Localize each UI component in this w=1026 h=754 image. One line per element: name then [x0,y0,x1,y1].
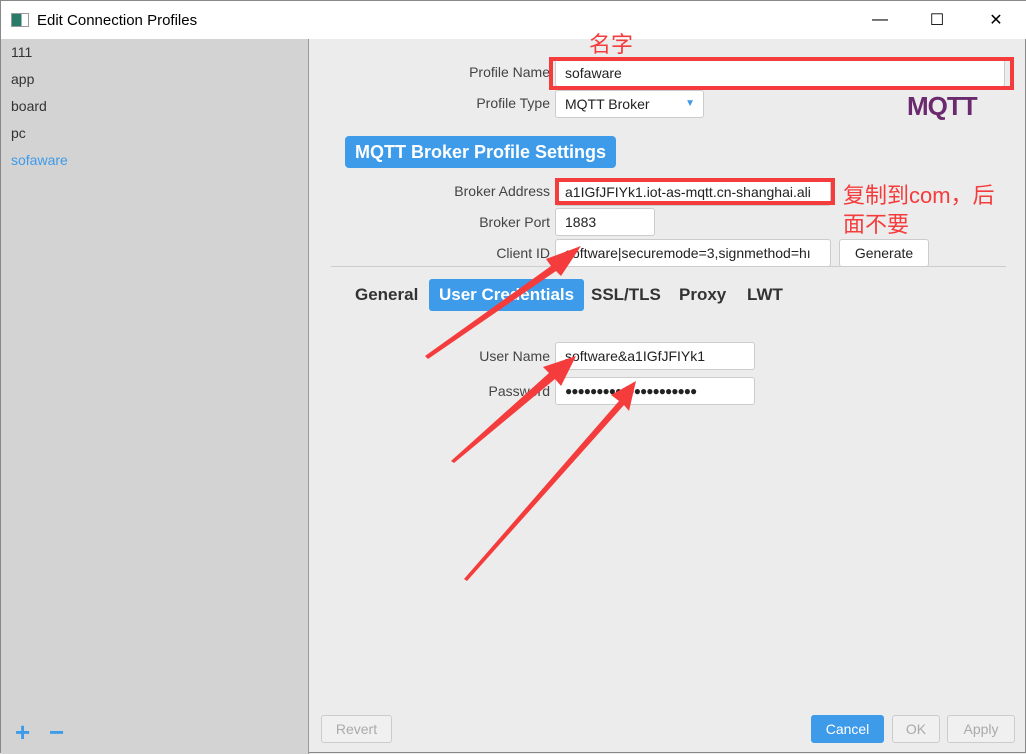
annotation-arrows [425,246,636,581]
arrow-to-password [464,381,636,581]
arrow-to-user-name [451,356,576,463]
arrow-to-client-id [425,246,581,359]
